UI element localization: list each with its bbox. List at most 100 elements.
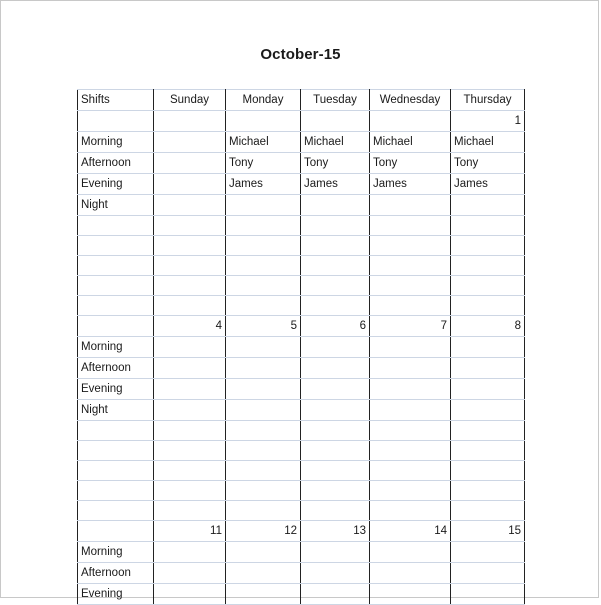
- date-cell[interactable]: 13: [300, 520, 370, 542]
- column-header-wednesday[interactable]: Wednesday: [369, 89, 451, 111]
- assignment-cell[interactable]: [450, 562, 525, 584]
- assignment-cell[interactable]: [450, 235, 525, 256]
- shift-label-evening[interactable]: Evening: [77, 378, 154, 400]
- assignment-cell[interactable]: [153, 295, 226, 316]
- assignment-cell[interactable]: [300, 562, 370, 584]
- date-cell[interactable]: [369, 110, 451, 132]
- assignment-cell[interactable]: [153, 275, 226, 296]
- date-cell[interactable]: 15: [450, 520, 525, 542]
- assignment-cell[interactable]: [369, 275, 451, 296]
- assignment-cell[interactable]: [153, 235, 226, 256]
- assignment-cell[interactable]: [153, 215, 226, 236]
- assignment-cell[interactable]: [225, 255, 301, 276]
- assignment-cell[interactable]: [153, 357, 226, 379]
- assignment-cell[interactable]: [300, 275, 370, 296]
- assignment-cell[interactable]: [300, 215, 370, 236]
- date-row-spacer[interactable]: [77, 520, 154, 542]
- assignment-cell[interactable]: Michael: [225, 131, 301, 153]
- shift-label-empty[interactable]: [77, 295, 154, 316]
- assignment-cell[interactable]: [369, 440, 451, 461]
- assignment-cell[interactable]: [225, 440, 301, 461]
- assignment-cell[interactable]: [300, 541, 370, 563]
- assignment-cell[interactable]: James: [300, 173, 370, 195]
- date-cell[interactable]: 6: [300, 315, 370, 337]
- assignment-cell[interactable]: James: [369, 173, 451, 195]
- assignment-cell[interactable]: [225, 336, 301, 358]
- date-cell[interactable]: 4: [153, 315, 226, 337]
- assignment-cell[interactable]: Michael: [300, 131, 370, 153]
- column-header-shifts[interactable]: Shifts: [77, 89, 154, 111]
- assignment-cell[interactable]: [300, 500, 370, 521]
- assignment-cell[interactable]: [225, 235, 301, 256]
- assignment-cell[interactable]: [450, 275, 525, 296]
- date-cell[interactable]: [225, 110, 301, 132]
- assignment-cell[interactable]: [450, 500, 525, 521]
- assignment-cell[interactable]: [450, 194, 525, 216]
- assignment-cell[interactable]: [369, 215, 451, 236]
- date-cell[interactable]: 12: [225, 520, 301, 542]
- assignment-cell[interactable]: [225, 583, 301, 605]
- assignment-cell[interactable]: [450, 460, 525, 481]
- shift-label-evening[interactable]: Evening: [77, 173, 154, 195]
- assignment-cell[interactable]: [153, 500, 226, 521]
- assignment-cell[interactable]: [300, 440, 370, 461]
- assignment-cell[interactable]: [153, 399, 226, 421]
- assignment-cell[interactable]: [450, 336, 525, 358]
- shift-label-morning[interactable]: Morning: [77, 541, 154, 563]
- assignment-cell[interactable]: [225, 460, 301, 481]
- shift-label-empty[interactable]: [77, 480, 154, 501]
- assignment-cell[interactable]: [153, 131, 226, 153]
- assignment-cell[interactable]: [225, 541, 301, 563]
- shift-label-empty[interactable]: [77, 215, 154, 236]
- shift-label-empty[interactable]: [77, 500, 154, 521]
- assignment-cell[interactable]: [450, 295, 525, 316]
- date-cell[interactable]: 7: [369, 315, 451, 337]
- assignment-cell[interactable]: [300, 378, 370, 400]
- assignment-cell[interactable]: [450, 583, 525, 605]
- assignment-cell[interactable]: [225, 500, 301, 521]
- date-row-spacer[interactable]: [77, 110, 154, 132]
- assignment-cell[interactable]: [300, 420, 370, 441]
- assignment-cell[interactable]: [153, 440, 226, 461]
- column-header-monday[interactable]: Monday: [225, 89, 301, 111]
- date-cell[interactable]: 14: [369, 520, 451, 542]
- assignment-cell[interactable]: [153, 194, 226, 216]
- assignment-cell[interactable]: [369, 399, 451, 421]
- assignment-cell[interactable]: Michael: [450, 131, 525, 153]
- assignment-cell[interactable]: James: [450, 173, 525, 195]
- assignment-cell[interactable]: Tony: [450, 152, 525, 174]
- date-cell[interactable]: 8: [450, 315, 525, 337]
- assignment-cell[interactable]: [369, 480, 451, 501]
- assignment-cell[interactable]: [300, 295, 370, 316]
- assignment-cell[interactable]: [369, 235, 451, 256]
- shift-label-empty[interactable]: [77, 275, 154, 296]
- shift-label-empty[interactable]: [77, 440, 154, 461]
- assignment-cell[interactable]: [153, 541, 226, 563]
- date-cell[interactable]: 5: [225, 315, 301, 337]
- assignment-cell[interactable]: [300, 460, 370, 481]
- assignment-cell[interactable]: [225, 275, 301, 296]
- assignment-cell[interactable]: Tony: [225, 152, 301, 174]
- assignment-cell[interactable]: [153, 460, 226, 481]
- date-cell[interactable]: [153, 110, 226, 132]
- shift-label-night[interactable]: Night: [77, 399, 154, 421]
- assignment-cell[interactable]: [225, 399, 301, 421]
- assignment-cell[interactable]: [300, 235, 370, 256]
- assignment-cell[interactable]: Tony: [369, 152, 451, 174]
- assignment-cell[interactable]: [153, 336, 226, 358]
- assignment-cell[interactable]: [225, 295, 301, 316]
- date-row-spacer[interactable]: [77, 315, 154, 337]
- shift-label-empty[interactable]: [77, 420, 154, 441]
- assignment-cell[interactable]: [369, 255, 451, 276]
- shift-label-afternoon[interactable]: Afternoon: [77, 357, 154, 379]
- assignment-cell[interactable]: [450, 255, 525, 276]
- assignment-cell[interactable]: Michael: [369, 131, 451, 153]
- assignment-cell[interactable]: [300, 336, 370, 358]
- assignment-cell[interactable]: [369, 420, 451, 441]
- assignment-cell[interactable]: [369, 295, 451, 316]
- shift-label-afternoon[interactable]: Afternoon: [77, 152, 154, 174]
- assignment-cell[interactable]: [300, 399, 370, 421]
- assignment-cell[interactable]: [153, 562, 226, 584]
- assignment-cell[interactable]: [450, 541, 525, 563]
- assignment-cell[interactable]: Tony: [300, 152, 370, 174]
